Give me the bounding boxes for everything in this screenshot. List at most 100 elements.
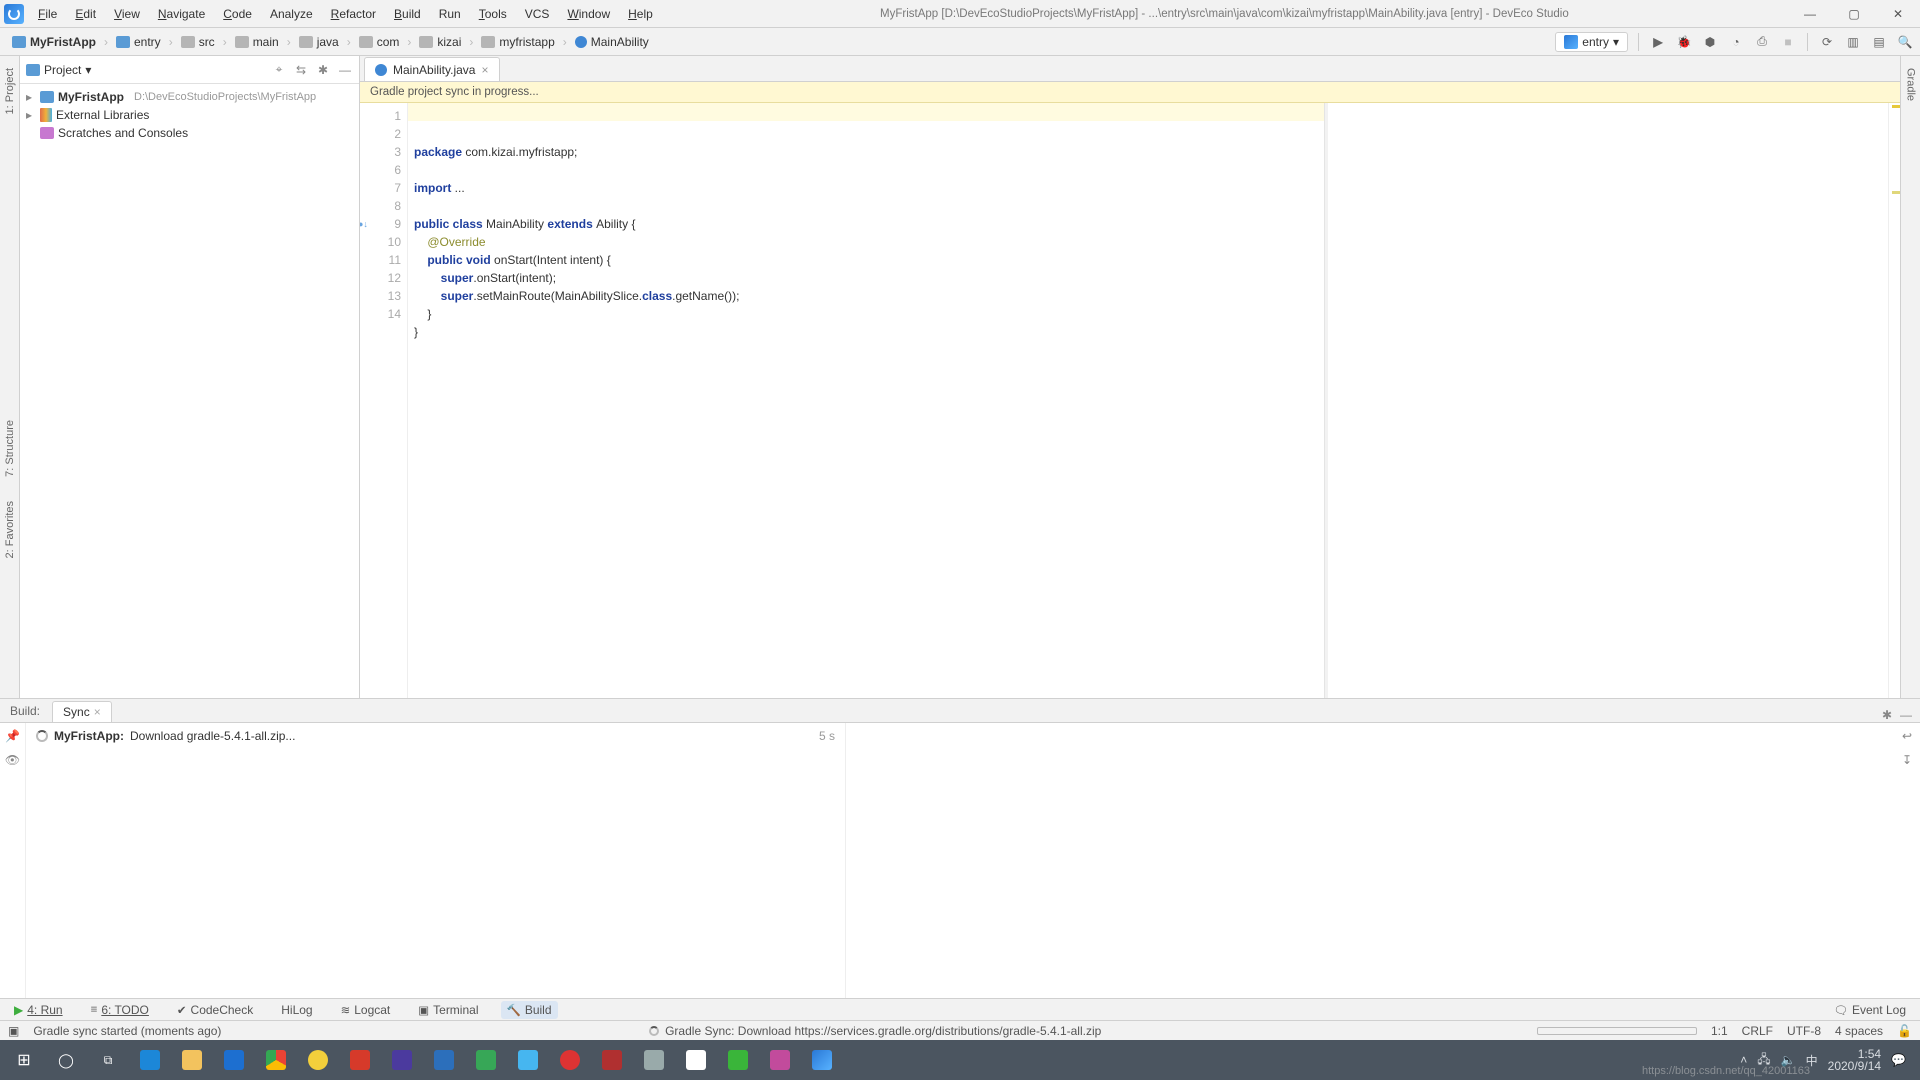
- tray-volume-icon[interactable]: 🔈: [1781, 1053, 1796, 1067]
- menu-vcs[interactable]: VCS: [517, 3, 558, 25]
- menu-view[interactable]: View: [106, 3, 148, 25]
- breadcrumb-java[interactable]: java: [293, 33, 345, 51]
- tool-tab-project[interactable]: 1: Project: [4, 68, 16, 114]
- breadcrumb-com[interactable]: com: [353, 33, 406, 51]
- tool-tab-logcat[interactable]: ≋ Logcat: [335, 1001, 397, 1019]
- status-encoding[interactable]: UTF-8: [1787, 1024, 1821, 1038]
- tool-tab-favorites[interactable]: 2: Favorites: [4, 501, 16, 558]
- menu-edit[interactable]: Edit: [67, 3, 104, 25]
- tray-chevron-up-icon[interactable]: ˄: [1740, 1053, 1747, 1067]
- editor-tab-mainability[interactable]: MainAbility.java ×: [364, 57, 500, 81]
- tree-row-project-root[interactable]: ▸ MyFristApp D:\DevEcoStudioProjects\MyF…: [26, 88, 353, 106]
- project-view-selector[interactable]: Project ▾: [26, 63, 91, 77]
- menu-help[interactable]: Help: [620, 3, 661, 25]
- status-progress-bar[interactable]: [1537, 1027, 1697, 1035]
- taskbar-app-redround[interactable]: [552, 1044, 588, 1076]
- taskbar-app-crimson[interactable]: [594, 1044, 630, 1076]
- project-structure-button[interactable]: ▥: [1844, 33, 1862, 51]
- menu-code[interactable]: Code: [215, 3, 260, 25]
- breadcrumb-kizai[interactable]: kizai: [413, 33, 467, 51]
- build-tab-sync[interactable]: Sync×: [52, 701, 112, 722]
- breadcrumb-myfristapp[interactable]: myfristapp: [475, 33, 560, 51]
- task-view-button[interactable]: ⧉: [90, 1044, 126, 1076]
- tool-tab-structure[interactable]: 7: Structure: [4, 420, 16, 477]
- taskbar-app-edge[interactable]: [132, 1044, 168, 1076]
- taskbar-app-explorer[interactable]: [174, 1044, 210, 1076]
- filter-button[interactable]: 👁: [5, 753, 20, 767]
- tray-clock[interactable]: 1:54 2020/9/14: [1828, 1048, 1881, 1072]
- menu-navigate[interactable]: Navigate: [150, 3, 213, 25]
- taskbar-app-green[interactable]: [468, 1044, 504, 1076]
- taskbar-app-pink[interactable]: [762, 1044, 798, 1076]
- breadcrumb-project[interactable]: MyFristApp: [6, 33, 102, 51]
- tool-tab-terminal[interactable]: ▣ Terminal: [412, 1001, 484, 1019]
- window-close-button[interactable]: ✕: [1876, 0, 1920, 28]
- tool-tab-gradle[interactable]: Gradle: [1905, 68, 1917, 101]
- expand-arrow-icon[interactable]: ▸: [26, 108, 36, 122]
- hide-button[interactable]: —: [337, 62, 353, 78]
- taskbar-app-wechat[interactable]: [720, 1044, 756, 1076]
- tool-tab-hilog[interactable]: HiLog: [275, 1001, 318, 1019]
- vcs-update-button[interactable]: ⟳: [1818, 33, 1836, 51]
- breadcrumb-main[interactable]: main: [229, 33, 285, 51]
- status-indent[interactable]: 4 spaces: [1835, 1024, 1883, 1038]
- debug-button[interactable]: 🐞: [1675, 33, 1693, 51]
- run-config-selector[interactable]: entry ▾: [1555, 32, 1628, 52]
- status-square-icon[interactable]: ▣: [8, 1024, 19, 1038]
- menu-build[interactable]: Build: [386, 3, 429, 25]
- tool-tab-event-log[interactable]: 🗨 Event Log: [1827, 1001, 1912, 1019]
- status-readonly-icon[interactable]: 🔓: [1897, 1024, 1912, 1038]
- build-row-download[interactable]: MyFristApp: Download gradle-5.4.1-all.zi…: [36, 729, 835, 743]
- close-sync-tab-button[interactable]: ×: [94, 705, 101, 719]
- taskbar-app-chrome[interactable]: [258, 1044, 294, 1076]
- tree-row-external-libraries[interactable]: ▸ External Libraries: [26, 106, 353, 124]
- start-button[interactable]: ⊞: [6, 1044, 42, 1076]
- taskbar-app-grey[interactable]: [636, 1044, 672, 1076]
- search-everywhere-button[interactable]: 🔍: [1896, 33, 1914, 51]
- menu-file[interactable]: File: [30, 3, 65, 25]
- build-hide-button[interactable]: —: [1900, 708, 1912, 722]
- settings-button[interactable]: ✱: [315, 62, 331, 78]
- code-editor[interactable]: package com.kizai.myfristapp; import ...…: [408, 103, 1324, 698]
- cortana-button[interactable]: ◯: [48, 1044, 84, 1076]
- editor-error-stripe[interactable]: [1888, 103, 1900, 698]
- tray-network-icon[interactable]: 🖧: [1757, 1050, 1770, 1071]
- soft-wrap-button[interactable]: ↩: [1902, 729, 1912, 743]
- menu-run[interactable]: Run: [431, 3, 469, 25]
- window-minimize-button[interactable]: —: [1788, 0, 1832, 28]
- taskbar-app-store[interactable]: [426, 1044, 462, 1076]
- status-caret-pos[interactable]: 1:1: [1711, 1024, 1728, 1038]
- taskbar-app-shield[interactable]: [678, 1044, 714, 1076]
- tray-ime-icon[interactable]: 中: [1806, 1052, 1818, 1069]
- close-tab-button[interactable]: ×: [481, 63, 488, 77]
- tool-tab-todo[interactable]: ≡ 6: TODO: [85, 1001, 155, 1019]
- expand-all-button[interactable]: ⇆: [293, 62, 309, 78]
- expand-arrow-icon[interactable]: ▸: [26, 90, 36, 104]
- taskbar-app-mail[interactable]: [216, 1044, 252, 1076]
- menu-analyze[interactable]: Analyze: [262, 3, 321, 25]
- taskbar-app-purple[interactable]: [384, 1044, 420, 1076]
- editor-gutter[interactable]: 1 2 3 6 7 8 9 10 11 12 13 14: [360, 103, 408, 698]
- status-line-sep[interactable]: CRLF: [1742, 1024, 1773, 1038]
- tool-tab-build[interactable]: 🔨 Build: [501, 1001, 558, 1019]
- breadcrumb-class[interactable]: MainAbility: [569, 33, 655, 51]
- build-settings-button[interactable]: ✱: [1882, 708, 1892, 722]
- scroll-to-end-button[interactable]: ↧: [1902, 753, 1912, 767]
- run-button[interactable]: ▶: [1649, 33, 1667, 51]
- taskbar-app-deveco[interactable]: [804, 1044, 840, 1076]
- pin-button[interactable]: 📌: [5, 729, 20, 743]
- tool-tab-run[interactable]: ▶4: Run: [8, 1001, 69, 1019]
- menu-tools[interactable]: Tools: [471, 3, 515, 25]
- coverage-button[interactable]: ⬢: [1701, 33, 1719, 51]
- sdk-manager-button[interactable]: ▤: [1870, 33, 1888, 51]
- breadcrumb-entry[interactable]: entry: [110, 33, 167, 51]
- tray-notifications-icon[interactable]: 💬: [1891, 1053, 1906, 1067]
- tool-tab-codecheck[interactable]: ✔ CodeCheck: [171, 1001, 259, 1019]
- stop-button[interactable]: ■: [1779, 33, 1797, 51]
- build-output-area[interactable]: [846, 723, 1894, 998]
- attach-button[interactable]: ⎙: [1753, 33, 1771, 51]
- breadcrumb-src[interactable]: src: [175, 33, 221, 51]
- select-opened-file-button[interactable]: ⌖: [271, 62, 287, 78]
- taskbar-app-yellow[interactable]: [300, 1044, 336, 1076]
- taskbar-app-red[interactable]: [342, 1044, 378, 1076]
